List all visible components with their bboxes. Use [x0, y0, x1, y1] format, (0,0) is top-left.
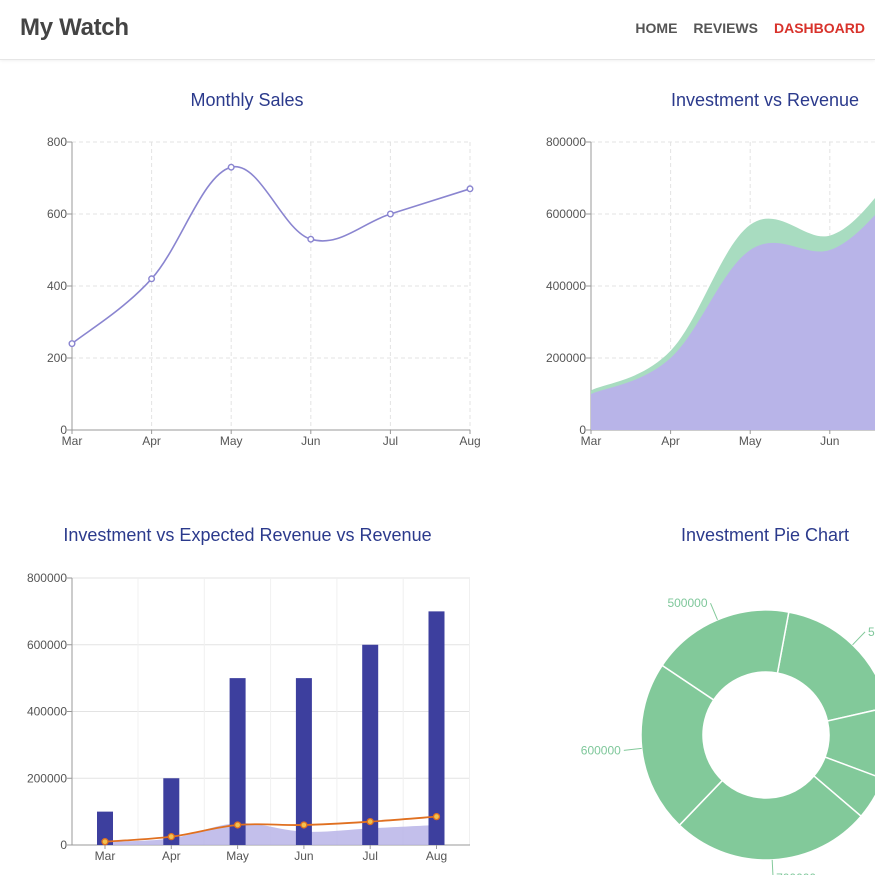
expected-revenue-line [104, 815, 437, 843]
investment-bar [428, 611, 445, 845]
x-tick-label: Jun [820, 434, 839, 448]
investment-pie-chart: 500000 700000 600000 500000 [581, 596, 875, 875]
x-tick-label: May [226, 849, 249, 863]
data-point [432, 812, 441, 821]
data-point [386, 210, 394, 218]
y-tick-label: 400000 [27, 705, 67, 719]
y-tick-label: 800000 [546, 135, 586, 149]
x-tick-label: May [739, 434, 762, 448]
x-tick-label: Apr [142, 434, 161, 448]
pie-slice-label: 600000 [581, 743, 621, 757]
y-tick-label: 600 [47, 207, 67, 221]
monthly-sales-title: Monthly Sales [190, 90, 304, 110]
x-tick-label: Jul [383, 434, 398, 448]
x-tick-label: Apr [162, 849, 181, 863]
y-tick-label: 0 [60, 838, 67, 852]
y-tick-label: 200000 [27, 771, 67, 785]
nav-dashboard-link[interactable]: DASHBOARD [774, 20, 865, 36]
investment-area [591, 214, 875, 430]
x-tick-label: Apr [661, 434, 680, 448]
nav-reviews-link[interactable]: REVIEWS [693, 20, 758, 36]
pie-label-line [623, 747, 642, 751]
x-tick-label: Mar [62, 434, 83, 448]
investment-bar [163, 778, 180, 845]
revenue-area [591, 198, 875, 430]
navbar: My Watch HOME REVIEWS DASHBOARD [0, 0, 875, 60]
y-tick-label: 800000 [27, 571, 67, 585]
x-tick-label: Aug [459, 434, 480, 448]
pie-slice [776, 611, 875, 722]
x-tick-label: May [220, 434, 243, 448]
x-tick-label: Jul [363, 849, 378, 863]
pie-label-line [771, 859, 774, 875]
investment-expected-revenue-title: Investment vs Expected Revenue vs Revenu… [63, 525, 432, 545]
sales-line [71, 166, 471, 345]
x-tick-label: Mar [581, 434, 602, 448]
y-tick-label: 400 [47, 279, 67, 293]
pie-slice-label: 500000 [868, 625, 875, 639]
investment-expected-revenue-chart: 0 200000 400000 600000 800000 Mar Apr May Jun Jul… [27, 571, 470, 863]
y-tick-label: 600000 [27, 638, 67, 652]
data-point [466, 185, 474, 193]
y-tick-label: 200 [47, 351, 67, 365]
y-tick-label: 0 [579, 423, 586, 437]
investment-vs-revenue-chart: 0 200000 400000 600000 800000 Mar Apr May Jun [546, 135, 875, 448]
nav-links: HOME REVIEWS DASHBOARD [635, 20, 865, 36]
data-point [300, 821, 308, 829]
investment-revenue-title: Investment vs Revenue [670, 90, 860, 110]
revenue-area [105, 823, 437, 845]
y-tick-label: 400000 [546, 279, 586, 293]
data-point [167, 833, 175, 841]
data-point [233, 821, 242, 829]
pie-slice [824, 709, 875, 777]
x-tick-label: Jun [294, 849, 313, 863]
y-tick-label: 200000 [546, 351, 586, 365]
x-tick-label: Jun [301, 434, 320, 448]
dashboard-charts: 0 200 400 600 800 Mar Apr May Jun Jul Aug 0 200000 40… [27, 135, 875, 875]
data-point [366, 817, 374, 826]
investment-bar [97, 811, 113, 845]
data-point [227, 163, 235, 171]
data-point [307, 235, 315, 243]
y-tick-label: 800 [47, 135, 67, 149]
data-point [68, 340, 76, 348]
data-point [148, 275, 156, 283]
nav-home-link[interactable]: HOME [635, 20, 677, 36]
brand-logo[interactable]: My Watch [20, 14, 129, 42]
pie-slice [661, 609, 790, 701]
investment-bar [362, 644, 379, 845]
pie-slice-label: 500000 [667, 596, 707, 610]
pie-chart-title: Investment Pie Chart [680, 525, 850, 545]
y-tick-label: 600000 [546, 207, 586, 221]
investment-bar [295, 678, 312, 845]
y-tick-label: 0 [60, 423, 67, 437]
x-tick-label: Aug [426, 849, 447, 863]
pie-slice-label: 700000 [776, 871, 816, 875]
pie-label-line [710, 603, 718, 620]
pie-slice [678, 774, 863, 861]
pie-slice [812, 756, 875, 818]
pie-label-line [852, 631, 866, 646]
investment-bar [229, 678, 246, 845]
x-tick-label: Mar [95, 849, 116, 863]
monthly-sales-chart: 0 200 400 600 800 Mar Apr May Jun Jul Aug [47, 135, 481, 448]
data-point [101, 838, 109, 846]
pie-slice [640, 664, 724, 827]
